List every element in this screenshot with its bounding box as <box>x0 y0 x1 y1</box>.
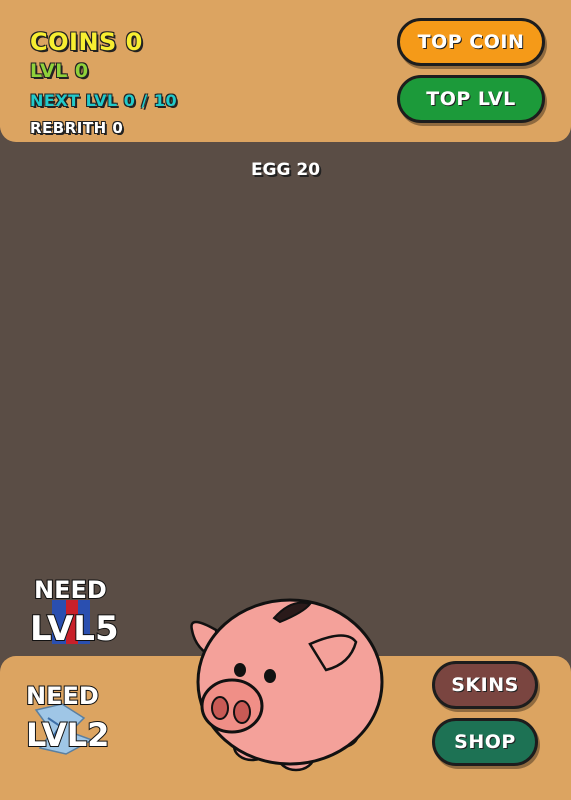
lock-level-text: LVL2 <box>26 716 109 754</box>
lock-need-text: NEED <box>26 682 99 710</box>
locked-item-lvl5[interactable]: NEED LVL5 <box>28 572 128 648</box>
coins-counter: COINS 0 <box>30 28 143 56</box>
level-counter: LVL 0 <box>30 60 89 82</box>
top-coin-button[interactable]: TOP COIN <box>397 18 545 66</box>
pig-eye <box>264 669 276 683</box>
pig-nostril <box>211 696 229 720</box>
locked-item-lvl2[interactable]: NEED LVL2 <box>22 674 122 760</box>
pig-eye <box>234 663 246 677</box>
shop-button[interactable]: SHOP <box>432 718 538 766</box>
lock-need-text: NEED <box>34 576 107 604</box>
piggy-bank-icon[interactable] <box>186 578 386 774</box>
lock-level-text: LVL5 <box>30 609 119 648</box>
egg-label: EGG 20 <box>250 160 321 180</box>
top-lvl-button[interactable]: TOP LVL <box>397 75 545 123</box>
next-level-progress: NEXT LVL 0 / 10 <box>30 91 178 110</box>
pig-nostril <box>233 700 251 724</box>
skins-button[interactable]: SKINS <box>432 661 538 709</box>
pig-snout <box>200 678 264 734</box>
rebirth-counter: REBRITH 0 <box>30 119 124 137</box>
